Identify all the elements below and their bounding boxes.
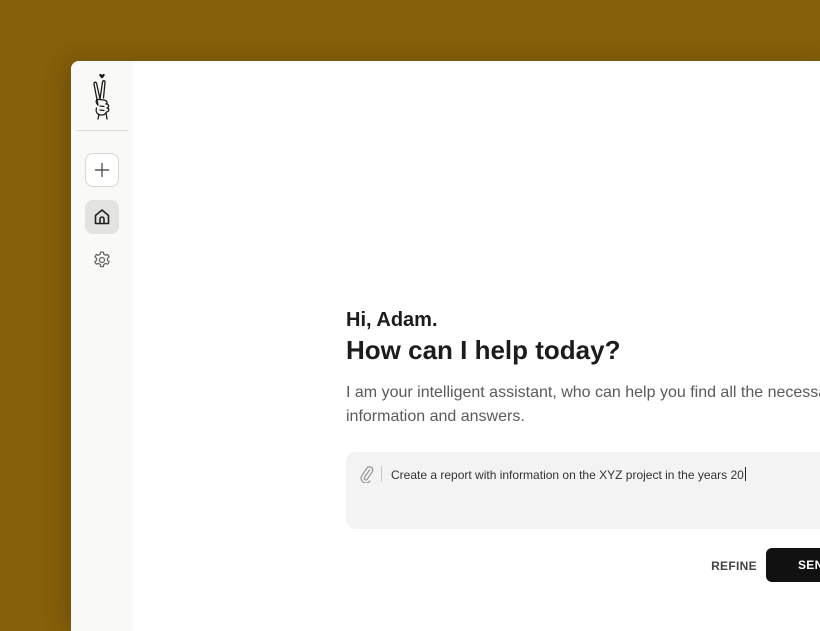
greeting: Hi, Adam. [346,309,438,331]
prompt-input-value: Create a report with information on the … [391,468,744,482]
sidebar [71,61,133,631]
page-title: How can I help today? [346,335,621,365]
assistant-description: I am your intelligent assistant, who can… [346,384,820,425]
home-icon [94,209,110,225]
text-caret [744,467,746,481]
plus-icon [94,162,110,178]
paperclip-icon [360,466,374,483]
main-content: Hi, Adam. How can I help today? I am you… [133,61,820,631]
refine-button[interactable]: REFINE [698,549,770,583]
gear-icon [94,251,110,268]
peace-hand-heart-icon [93,73,110,120]
logo[interactable] [76,61,128,131]
app-window: Hi, Adam. How can I help today? I am you… [71,61,820,631]
sidebar-item-home[interactable] [85,200,119,234]
attach-button[interactable] [358,464,376,484]
new-chat-button[interactable] [85,153,119,187]
prompt-input-box[interactable]: Create a report with information on the … [346,452,820,529]
send-button[interactable]: SEND [766,548,820,582]
prompt-input[interactable]: Create a report with information on the … [391,467,746,482]
sidebar-item-settings[interactable] [85,243,119,277]
input-divider [381,466,382,482]
